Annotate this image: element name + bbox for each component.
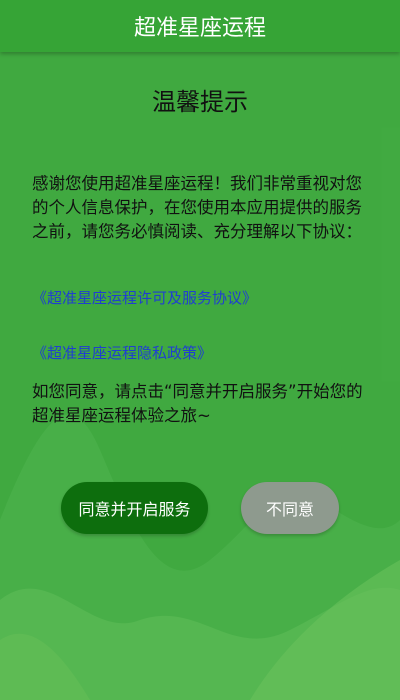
disagree-button-label: 不同意 bbox=[265, 500, 314, 519]
privacy-policy-link[interactable]: 《超准星座运程隐私政策》 bbox=[32, 342, 212, 363]
agree-button-label: 同意并开启服务 bbox=[78, 500, 191, 519]
app-title: 超准星座运程 bbox=[133, 16, 266, 41]
agree-button[interactable]: 同意并开启服务 bbox=[61, 482, 208, 534]
dialog-footer-text: 如您同意，请点击“同意并开启服务”开始您的超准星座运程体验之旅~ bbox=[32, 382, 363, 425]
dialog-body-text: 感谢您使用超准星座运程！我们非常重视对您的个人信息保护，在您使用本应用提供的服务… bbox=[32, 174, 362, 241]
disagree-button[interactable]: 不同意 bbox=[241, 482, 339, 534]
dialog-title: 温馨提示 bbox=[152, 88, 248, 116]
privacy-dialog: 温馨提示 感谢您使用超准星座运程！我们非常重视对您的个人信息保护，在您使用本应用… bbox=[0, 52, 400, 700]
license-agreement-link[interactable]: 《超准星座运程许可及服务协议》 bbox=[32, 287, 257, 308]
app-title-bar: 超准星座运程 bbox=[0, 0, 400, 52]
